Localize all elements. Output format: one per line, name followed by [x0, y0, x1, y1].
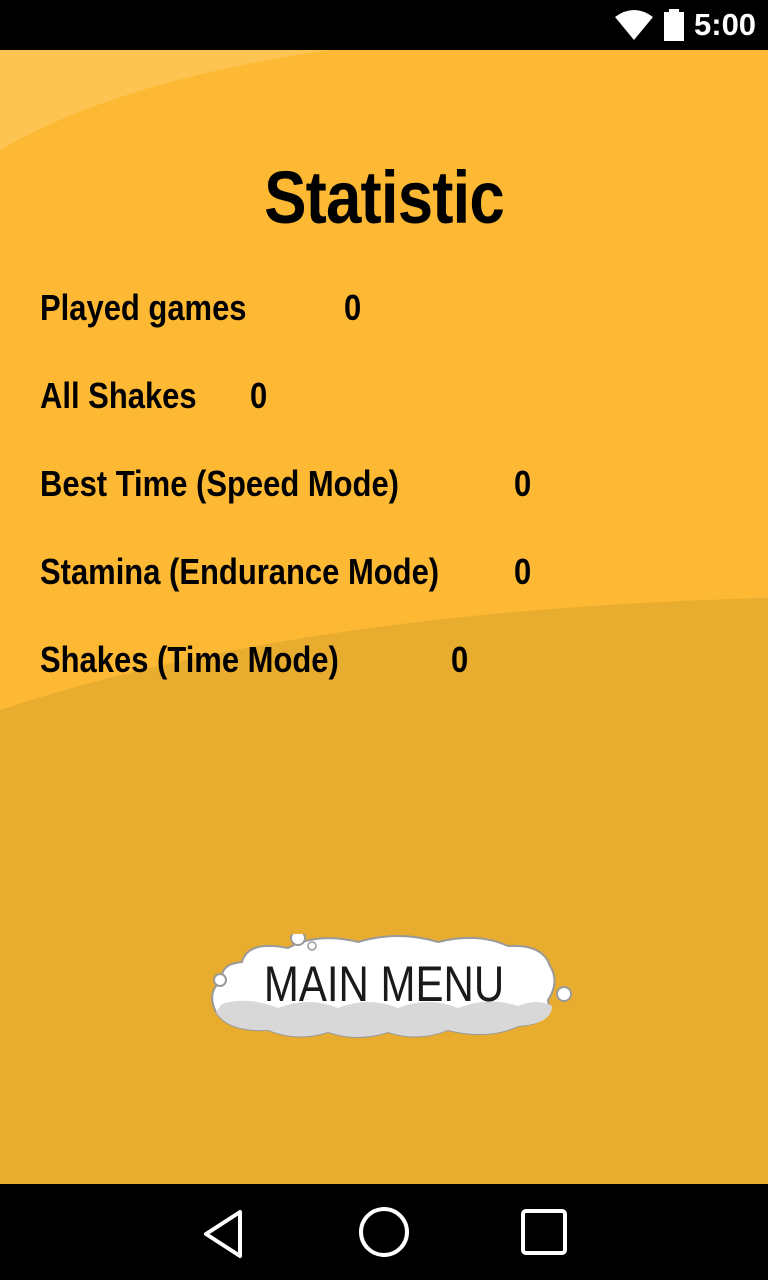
status-bar: 5:00 [0, 0, 768, 50]
home-icon[interactable] [354, 1204, 414, 1264]
stat-label: All Shakes [40, 375, 197, 416]
statistics-screen: Statistic Played games 0 All Shakes 0 Be… [0, 50, 768, 1184]
stat-label: Played games [40, 287, 247, 328]
stat-value: 0 [344, 287, 362, 328]
screen: 5:00 Statistic Played games 0 All Shakes… [0, 0, 768, 1280]
recents-icon[interactable] [514, 1204, 574, 1264]
navigation-bar [0, 1184, 768, 1280]
main-menu-label: MAIN MENU [263, 956, 505, 1012]
stat-label: Stamina (Endurance Mode) [40, 551, 440, 592]
stat-label: Shakes (Time Mode) [40, 639, 339, 680]
back-icon[interactable] [194, 1204, 254, 1264]
stat-value: 0 [514, 463, 532, 504]
page-title: Statistic [264, 156, 505, 239]
stat-value: 0 [451, 639, 469, 680]
stat-value: 0 [514, 551, 532, 592]
main-menu-button[interactable]: MAIN MENU [208, 934, 574, 1044]
status-clock: 5:00 [694, 7, 757, 42]
stat-label: Best Time (Speed Mode) [40, 463, 399, 504]
battery-icon [663, 9, 685, 47]
stat-value: 0 [250, 375, 268, 416]
wifi-icon [614, 9, 654, 46]
